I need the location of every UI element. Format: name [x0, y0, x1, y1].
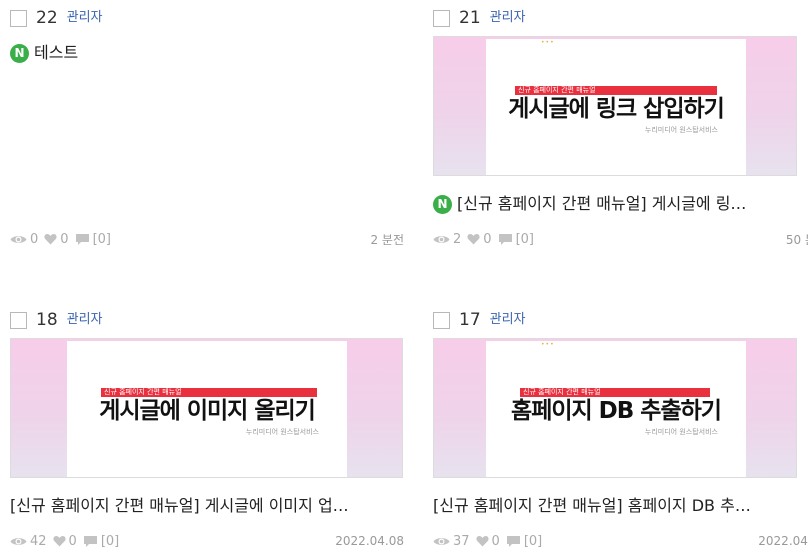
comments-stat: [0]: [83, 534, 119, 549]
comments-count: [0]: [100, 533, 120, 549]
comment-icon: [498, 233, 512, 245]
post-thumbnail[interactable]: ••• 신규 홈페이지 간편 매뉴얼 홈페이지 DB 추출하기 누리미디어 원스…: [433, 338, 797, 478]
post-number: 18: [36, 310, 58, 330]
select-checkbox[interactable]: [10, 311, 27, 329]
likes-stat: 0: [467, 231, 492, 247]
likes-stat: 0: [44, 231, 69, 247]
eye-icon: [10, 537, 27, 545]
likes-count: 0: [60, 231, 69, 247]
comments-count: [0]: [92, 231, 111, 247]
post-title-link[interactable]: N 테스트: [10, 42, 404, 64]
likes-count: 0: [483, 231, 492, 247]
slide-dots: •••: [541, 341, 555, 348]
post-header: 18 관리자: [10, 310, 103, 330]
heart-icon: [52, 536, 66, 547]
thumbnail-subtitle: 누리미디어 원스탑서비스: [644, 428, 718, 436]
thumbnail-slide: ••• 신규 홈페이지 간편 매뉴얼 홈페이지 DB 추출하기 누리미디어 원스…: [486, 341, 746, 477]
views-stat: 0: [10, 232, 38, 247]
post-meta: 42 0 [0] 2022.04.08: [10, 531, 404, 551]
post-header: 17 관리자: [433, 310, 526, 330]
post-meta: 2 0 [0] 50 분전: [433, 229, 808, 249]
likes-stat: 0: [52, 533, 77, 549]
post-thumbnail[interactable]: 신규 홈페이지 간편 매뉴얼 게시글에 이미지 올리기 누리미디어 원스탑서비스: [10, 338, 403, 478]
post-header: 21 관리자: [433, 8, 526, 28]
post-meta: 0 0 [0] 2 분전: [10, 229, 404, 249]
thumbnail-title: 홈페이지 DB 추출하기: [511, 398, 722, 424]
likes-count: 0: [491, 533, 500, 549]
author-link[interactable]: 관리자: [67, 310, 103, 330]
post-number: 17: [459, 310, 481, 330]
comments-stat: [0]: [75, 232, 111, 247]
thumbnail-banner: 신규 홈페이지 간편 매뉴얼: [101, 388, 317, 397]
post-date: 50 분전: [785, 232, 808, 247]
select-checkbox[interactable]: [433, 9, 450, 27]
likes-stat: 0: [475, 533, 500, 549]
heart-icon: [467, 234, 480, 245]
eye-icon: [433, 235, 450, 243]
post-thumbnail[interactable]: ••• 신규 홈페이지 간편 매뉴얼 게시글에 링크 삽입하기 누리미디어 원스…: [433, 36, 797, 176]
post-title: [신규 홈페이지 간편 매뉴얼] 게시글에 이미지 업…: [10, 496, 349, 515]
post-meta: 37 0 [0] 2022.04.06: [433, 531, 808, 551]
post-card: 22 관리자 N 테스트 0 0 [0] 2 분전: [10, 0, 404, 250]
post-title-link[interactable]: [신규 홈페이지 간편 매뉴얼] 게시글에 이미지 업…: [10, 495, 404, 517]
post-header: 22 관리자: [10, 8, 103, 28]
eye-icon: [433, 537, 450, 545]
post-number: 21: [459, 8, 481, 28]
author-link[interactable]: 관리자: [67, 8, 103, 28]
post-card: 17 관리자 ••• 신규 홈페이지 간편 매뉴얼 홈페이지 DB 추출하기 누…: [433, 302, 808, 552]
thumbnail-banner: 신규 홈페이지 간편 매뉴얼: [515, 86, 717, 95]
views-stat: 37: [433, 534, 470, 549]
comment-icon: [506, 535, 520, 547]
thumbnail-subtitle: 누리미디어 원스탑서비스: [245, 428, 319, 436]
thumbnail-subtitle: 누리미디어 원스탑서비스: [644, 126, 718, 134]
comments-stat: [0]: [506, 534, 542, 549]
post-title: [신규 홈페이지 간편 매뉴얼] 홈페이지 DB 추…: [433, 496, 751, 515]
likes-count: 0: [68, 533, 77, 549]
post-title-link[interactable]: [신규 홈페이지 간편 매뉴얼] 홈페이지 DB 추…: [433, 495, 808, 517]
author-link[interactable]: 관리자: [490, 8, 526, 28]
post-card: 18 관리자 신규 홈페이지 간편 매뉴얼 게시글에 이미지 올리기 누리미디어…: [10, 302, 404, 552]
views-count: 0: [30, 231, 39, 247]
thumbnail-title: 게시글에 링크 삽입하기: [508, 96, 725, 122]
post-date: 2022.04.06: [758, 534, 808, 548]
thumbnail-banner: 신규 홈페이지 간편 매뉴얼: [520, 388, 710, 397]
post-date: 2 분전: [370, 232, 404, 247]
select-checkbox[interactable]: [10, 9, 27, 27]
comment-icon: [75, 233, 89, 245]
views-count: 42: [30, 533, 47, 549]
views-stat: 2: [433, 232, 461, 247]
heart-icon: [44, 234, 57, 245]
post-card: 21 관리자 ••• 신규 홈페이지 간편 매뉴얼 게시글에 링크 삽입하기 누…: [433, 0, 808, 250]
thumbnail-slide: 신규 홈페이지 간편 매뉴얼 게시글에 이미지 올리기 누리미디어 원스탑서비스: [67, 341, 347, 477]
post-date: 2022.04.08: [335, 534, 404, 548]
views-count: 2: [453, 231, 462, 247]
post-number: 22: [36, 8, 58, 28]
heart-icon: [475, 536, 489, 547]
comments-count: [0]: [515, 231, 534, 247]
views-count: 37: [453, 533, 470, 549]
views-stat: 42: [10, 534, 47, 549]
new-badge: N: [433, 194, 452, 214]
post-title: 테스트: [34, 43, 79, 62]
author-link[interactable]: 관리자: [490, 310, 526, 330]
comments-count: [0]: [523, 533, 543, 549]
post-title: [신규 홈페이지 간편 매뉴얼] 게시글에 링…: [457, 194, 747, 213]
new-badge: N: [10, 43, 29, 63]
comment-icon: [83, 535, 97, 547]
slide-dots: •••: [541, 39, 555, 46]
thumbnail-slide: ••• 신규 홈페이지 간편 매뉴얼 게시글에 링크 삽입하기 누리미디어 원스…: [486, 39, 746, 175]
eye-icon: [10, 235, 27, 243]
select-checkbox[interactable]: [433, 311, 450, 329]
post-title-link[interactable]: N [신규 홈페이지 간편 매뉴얼] 게시글에 링…: [433, 193, 808, 215]
thumbnail-title: 게시글에 이미지 올리기: [99, 398, 316, 424]
comments-stat: [0]: [498, 232, 534, 247]
